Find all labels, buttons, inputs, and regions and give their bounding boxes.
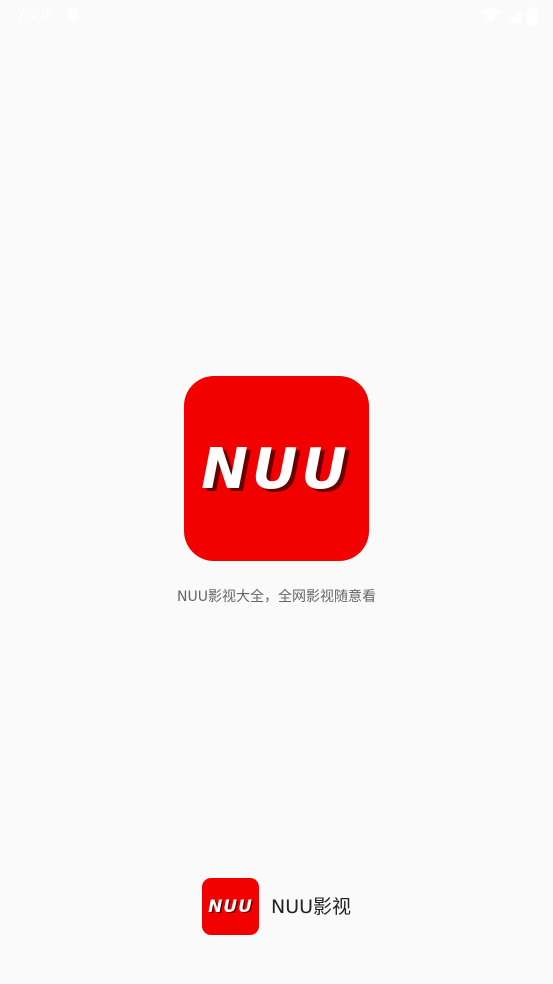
battery-icon	[527, 7, 537, 25]
wifi-icon	[481, 8, 501, 23]
app-logo: NUU NUU	[184, 376, 369, 561]
footer-logo-text: NUU	[208, 897, 253, 917]
footer-logo-graphic: NUU NUU	[208, 897, 253, 918]
signal-icon	[507, 9, 521, 23]
status-bar: 2:28	[0, 0, 553, 32]
status-icons	[481, 6, 537, 26]
footer-logo: NUU NUU	[202, 878, 259, 935]
notification-icon	[68, 9, 78, 23]
app-name: NUU影视	[271, 895, 352, 918]
app-logo-graphic: NUU NUU	[201, 437, 351, 505]
app-logo-text: NUU	[201, 437, 351, 502]
footer-brand: NUU NUU NUU影视	[202, 878, 351, 935]
status-time: 2:28	[17, 6, 51, 23]
slogan-text: NUU影视大全，全网影视随意看	[177, 589, 376, 605]
